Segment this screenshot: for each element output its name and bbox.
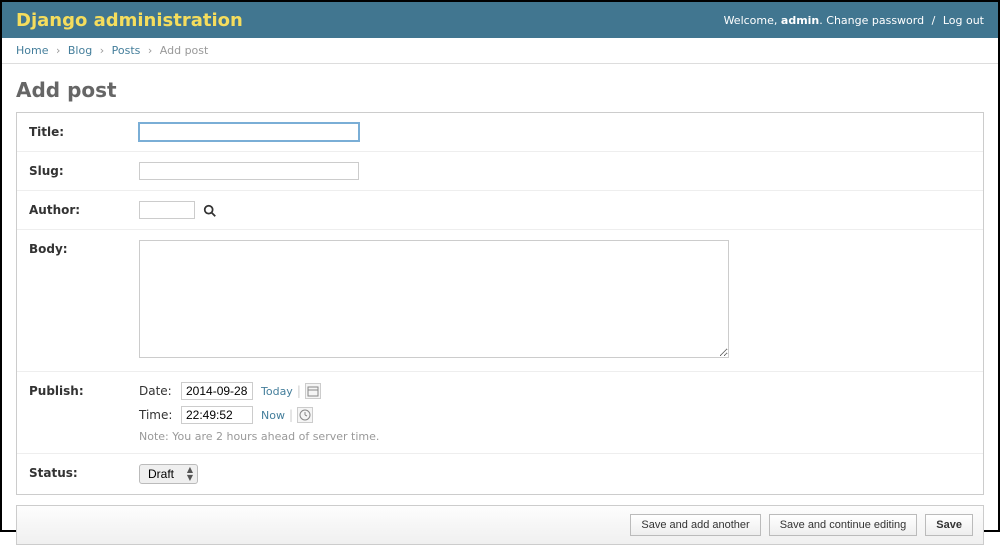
branding: Django administration (16, 10, 243, 31)
today-link[interactable]: Today (261, 385, 293, 398)
row-status: Status: Draft ▲▼ (17, 454, 983, 494)
time-input[interactable] (181, 406, 253, 424)
author-input[interactable] (139, 201, 195, 219)
logout-link[interactable]: Log out (943, 14, 984, 27)
timezone-note: Note: You are 2 hours ahead of server ti… (139, 430, 971, 443)
breadcrumb-model[interactable]: Posts (112, 44, 141, 57)
time-sublabel: Time: (139, 408, 181, 422)
breadcrumb-app[interactable]: Blog (68, 44, 92, 57)
row-author: Author: (17, 191, 983, 230)
change-password-link[interactable]: Change password (826, 14, 924, 27)
save-add-another-button[interactable] (630, 514, 760, 536)
date-input[interactable] (181, 382, 253, 400)
breadcrumb-home[interactable]: Home (16, 44, 48, 57)
form-module: Title: Slug: Author: Body: (16, 112, 984, 495)
welcome-prefix: Welcome, (724, 14, 781, 27)
label-author: Author: (29, 201, 139, 217)
content: Add post Title: Slug: Author: (2, 64, 998, 555)
clock-icon[interactable] (297, 407, 313, 423)
page-title: Add post (16, 78, 984, 102)
row-title: Title: (17, 113, 983, 152)
header: Django administration Welcome, admin. Ch… (2, 2, 998, 38)
breadcrumb-current: Add post (160, 44, 209, 57)
body-textarea[interactable] (139, 240, 729, 358)
calendar-icon[interactable] (305, 383, 321, 399)
row-slug: Slug: (17, 152, 983, 191)
label-body: Body: (29, 240, 139, 256)
label-status: Status: (29, 464, 139, 480)
user-tools: Welcome, admin. Change password / Log ou… (724, 14, 984, 27)
save-button[interactable] (925, 514, 973, 536)
submit-row (16, 505, 984, 545)
username: admin (781, 14, 819, 27)
now-link[interactable]: Now (261, 409, 285, 422)
save-continue-button[interactable] (769, 514, 918, 536)
status-select[interactable]: Draft (139, 464, 198, 484)
row-publish: Publish: Date: Today | Time: (17, 372, 983, 454)
lookup-icon[interactable] (203, 204, 217, 218)
title-input[interactable] (139, 123, 359, 141)
label-publish: Publish: (29, 382, 139, 398)
welcome-suffix: . (819, 14, 823, 27)
breadcrumb: Home › Blog › Posts › Add post (2, 38, 998, 64)
label-title: Title: (29, 123, 139, 139)
slug-input[interactable] (139, 162, 359, 180)
separator: / (932, 14, 936, 27)
date-sublabel: Date: (139, 384, 181, 398)
row-body: Body: (17, 230, 983, 372)
label-slug: Slug: (29, 162, 139, 178)
